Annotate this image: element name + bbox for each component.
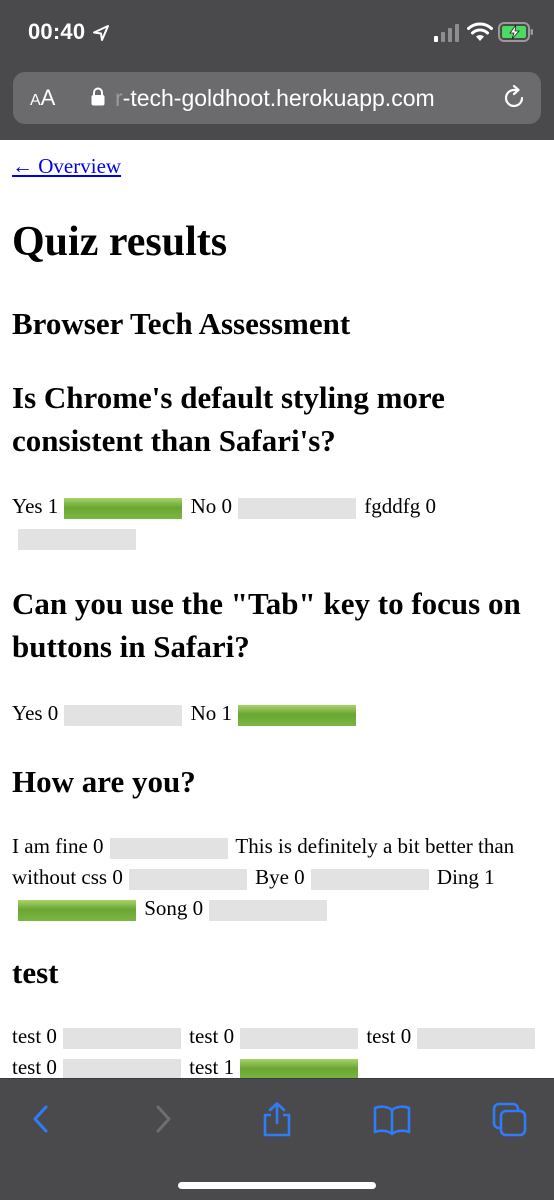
answer-label: No 0 <box>190 494 232 518</box>
question-1-title: Is Chrome's default styling more consist… <box>12 380 445 458</box>
answer-label: Song 0 <box>144 896 204 920</box>
answer-result-bar <box>209 899 328 921</box>
battery-charging-icon <box>498 22 533 42</box>
answer-label: No 1 <box>190 701 232 725</box>
answer-label: test 0 <box>12 1024 57 1048</box>
answer-result-bar <box>237 704 356 726</box>
answer-result: test 1 <box>189 1055 361 1078</box>
home-indicator <box>178 1182 376 1189</box>
answer-label: Yes 0 <box>12 701 59 725</box>
answer-result: No 1 <box>190 701 359 726</box>
browser-chrome-top: 00:40 AA r-tech-goldhoot.herokuapp.com <box>0 0 554 140</box>
answer-result: Yes 1 <box>12 494 185 519</box>
answer-label: test 0 <box>189 1024 235 1048</box>
answer-result: Bye 0 <box>255 865 432 890</box>
answer-label: test 0 <box>366 1024 412 1048</box>
answer-result: test 0 <box>12 1055 184 1078</box>
question-3-title: How are you? <box>12 764 196 799</box>
page-content: ← Overview Quiz results Browser Tech Ass… <box>0 140 554 1078</box>
answer-result-bar <box>62 1058 181 1078</box>
tabs-icon[interactable] <box>490 1101 530 1137</box>
bookmarks-icon[interactable] <box>372 1101 412 1137</box>
answer-label: test 1 <box>189 1055 235 1078</box>
overview-back-link[interactable]: ← Overview <box>12 154 121 179</box>
address-bar[interactable]: AA r-tech-goldhoot.herokuapp.com <box>13 72 541 124</box>
answer-label: fgddfg 0 <box>364 494 436 518</box>
answer-result: Song 0 <box>144 896 330 921</box>
question-2-answers: Yes 0 No 1 <box>12 698 542 729</box>
answer-result-bar <box>18 528 136 550</box>
status-bar: 00:40 <box>0 0 554 68</box>
cellular-signal-icon <box>434 24 459 42</box>
answer-result-bar <box>237 497 356 519</box>
question-4-answers: test 0 test 0 test 0 test 0 test 1 <box>12 1021 542 1078</box>
answer-label: test 0 <box>12 1055 57 1078</box>
answer-result-bar-fill <box>18 899 136 921</box>
reload-icon[interactable] <box>501 85 527 111</box>
answer-label: Yes 1 <box>12 494 59 518</box>
answer-result: Yes 0 <box>12 701 185 726</box>
answer-result-bar <box>18 899 136 921</box>
back-icon[interactable] <box>22 1101 62 1137</box>
answer-label: Bye 0 <box>255 865 305 889</box>
question-4-title: test <box>12 955 59 990</box>
answer-result-bar-fill <box>237 704 356 726</box>
answer-result-bar <box>240 1027 359 1049</box>
aa-small-glyph: A <box>30 92 41 109</box>
url-text-main: -tech-goldhoot.herokuapp.com <box>122 85 435 111</box>
answer-result-bar <box>310 868 429 890</box>
lock-icon <box>91 87 105 106</box>
answer-result-bar <box>240 1058 359 1078</box>
answer-result: No 0 <box>190 494 359 519</box>
aa-large-glyph: A <box>40 85 56 110</box>
answer-result: test 0 <box>189 1024 361 1049</box>
answer-result-bar <box>128 868 247 890</box>
answer-result-bar <box>64 704 183 726</box>
question-1-answers: Yes 1 No 0 fgddfg 0 <box>12 491 542 553</box>
forward-icon[interactable] <box>142 1101 182 1137</box>
answer-result: test 0 <box>366 1024 538 1049</box>
assessment-title: Browser Tech Assessment <box>12 306 351 341</box>
answer-result-bar <box>109 837 228 859</box>
wifi-icon <box>467 22 493 41</box>
url-text-faded: r <box>115 85 123 111</box>
answer-result-bar <box>417 1027 536 1049</box>
answer-label: I am fine 0 <box>12 834 104 858</box>
question-3-answers: I am fine 0 This is definitely a bit bet… <box>12 831 542 924</box>
answer-result-bar-fill <box>240 1058 359 1078</box>
answer-result-bar-fill <box>64 497 183 519</box>
question-2-title: Can you use the "Tab" key to focus on bu… <box>12 586 521 664</box>
location-arrow-icon <box>93 25 109 41</box>
share-icon[interactable] <box>257 1101 297 1137</box>
answer-result-bar <box>62 1027 181 1049</box>
url-text[interactable]: r-tech-goldhoot.herokuapp.com <box>115 83 505 113</box>
status-time: 00:40 <box>28 19 86 44</box>
answer-result: I am fine 0 <box>12 834 231 859</box>
answer-label: Ding 1 <box>436 865 495 889</box>
page-settings-button[interactable]: AA <box>30 84 55 112</box>
page-title: Quiz results <box>12 219 228 265</box>
answer-result: test 0 <box>12 1024 184 1049</box>
answer-result-bar <box>64 497 183 519</box>
